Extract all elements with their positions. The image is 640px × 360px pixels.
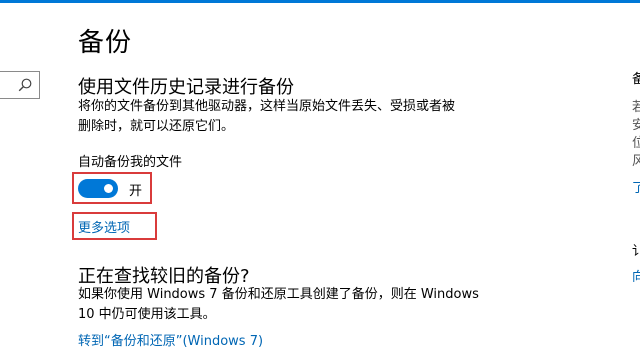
more-options-link[interactable]: 更多选项	[78, 217, 130, 236]
right-column-text-1: 若	[632, 100, 640, 115]
right-column-link-2[interactable]: 向	[632, 266, 640, 285]
right-column-text-4: 风	[632, 154, 640, 169]
auto-backup-toggle[interactable]	[78, 179, 118, 198]
settings-search-input[interactable]	[0, 71, 40, 99]
backup-restore-windows7-link[interactable]: 转到“备份和还原”(Windows 7)	[78, 330, 263, 349]
toggle-knob	[104, 184, 113, 193]
right-column-text-3: 位	[632, 136, 640, 151]
older-backup-description-line-2: 10 中仍可使用该工具。	[78, 307, 216, 322]
page-title: 备份	[78, 28, 133, 58]
right-column-heading: 备	[632, 72, 640, 87]
right-column-heading-2: 讠	[632, 244, 640, 259]
auto-backup-label: 自动备份我的文件	[78, 155, 183, 170]
older-backup-description: 如果你使用 Windows 7 备份和还原工具创建了备份，则在 Windows …	[78, 285, 518, 325]
toggle-state-label: 开	[129, 184, 143, 199]
file-history-description-line-1: 将你的文件备份到其他驱动器，这样当原始文件丢失、受损或者被	[78, 99, 456, 114]
file-history-heading: 使用文件历史记录进行备份	[78, 77, 294, 98]
older-backup-description-line-1: 如果你使用 Windows 7 备份和还原工具创建了备份，则在 Windows	[78, 287, 479, 302]
file-history-description-line-2: 删除时，就可以还原它们。	[78, 119, 235, 134]
search-icon	[18, 78, 32, 92]
right-column-link-1[interactable]: 了	[632, 177, 640, 196]
window-top-accent-bar	[0, 0, 640, 3]
right-column-text-2: 安	[632, 118, 640, 133]
file-history-description: 将你的文件备份到其他驱动器，这样当原始文件丢失、受损或者被 删除时，就可以还原它…	[78, 97, 508, 137]
